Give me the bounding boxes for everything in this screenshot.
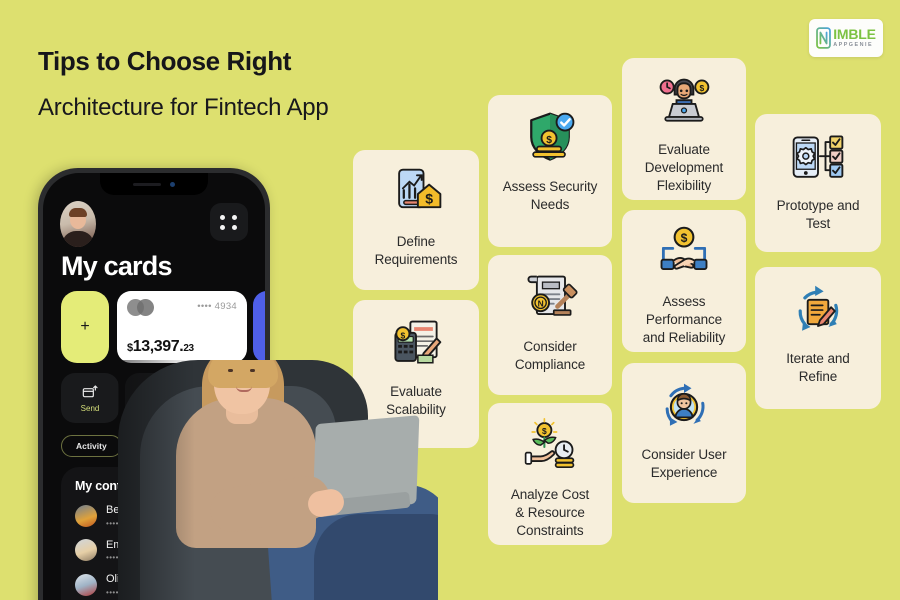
tip-card-iterate-and-refine[interactable]: Iterate and Refine — [755, 267, 881, 409]
send-label: Send — [80, 403, 100, 413]
send-button[interactable]: Send — [61, 373, 119, 423]
my-cards-heading: My cards — [61, 251, 172, 281]
handshake-dollar-coin-icon: $ — [654, 224, 714, 284]
balance-cents: 23 — [183, 343, 194, 354]
svg-text:$: $ — [681, 231, 688, 245]
tip-card-label: Evaluate Development Flexibility — [644, 142, 724, 193]
tip-card-assess-performance[interactable]: $ Assess Performance and Reliability — [622, 210, 746, 352]
tip-card-label: Assess Security Needs — [502, 179, 598, 212]
grid-dot — [220, 224, 225, 230]
logo-wordmark: IMBLE APPGENIE — [833, 27, 876, 48]
next-card-preview[interactable] — [253, 291, 265, 363]
grid-dots-icon[interactable] — [210, 203, 248, 241]
tip-card-evaluate-dev-flex[interactable]: $ Evaluate Development Flexibility — [622, 58, 746, 200]
avatar[interactable] — [60, 201, 96, 247]
card-send-icon — [82, 384, 98, 397]
svg-text:$: $ — [546, 135, 552, 146]
grid-dot — [220, 214, 225, 220]
front-camera — [170, 181, 175, 187]
person-eye-left — [228, 369, 233, 372]
tip-card-analyze-cost[interactable]: $ Analyze Cost & Resource Constraints — [488, 403, 612, 545]
phone-n-icon — [816, 27, 832, 49]
person-legs-front — [314, 514, 438, 600]
avatar-body — [62, 231, 94, 247]
document-gavel-coin-icon: N — [520, 269, 580, 329]
developer-laptop-clock-coin-icon: $ — [654, 72, 714, 132]
page-title: Tips to Choose Right Architecture for Fi… — [38, 46, 458, 122]
grid-dot — [231, 224, 237, 230]
tip-card-consider-ux[interactable]: Consider User Experience — [622, 363, 746, 503]
tip-card-assess-security-needs[interactable]: $ Assess Security Needs — [488, 95, 612, 247]
shield-check-coins-icon: $ — [520, 109, 580, 169]
title-line-1: Tips to Choose Right — [38, 46, 291, 76]
svg-text:$: $ — [401, 330, 406, 340]
tip-card-label: Analyze Cost & Resource Constraints — [510, 487, 590, 538]
hand-plant-coin-clock-icon: $ — [520, 417, 580, 477]
document-pen-cycle-icon — [788, 281, 848, 341]
mastercard-icon — [127, 299, 154, 316]
phone-gear-checklist-icon — [788, 128, 848, 188]
avatar — [75, 574, 97, 597]
logo-name: IMBLE — [833, 26, 876, 43]
card-carousel[interactable]: + •••• 4934 $13,397.23 — [61, 291, 265, 363]
tip-card-label: Consider Compliance — [514, 339, 586, 372]
avatar-hair — [69, 208, 87, 218]
user-cycle-arrows-icon — [654, 377, 714, 437]
svg-text:$: $ — [542, 426, 547, 436]
tip-card-label: Prototype and Test — [776, 198, 860, 231]
card-number: •••• 4934 — [197, 301, 237, 312]
infographic-canvas: Tips to Choose Right Architecture for Fi… — [0, 0, 900, 600]
tip-card-consider-compliance[interactable]: N Consider Compliance — [488, 255, 612, 395]
tip-card-prototype-and-test[interactable]: Prototype and Test — [755, 114, 881, 252]
tip-card-label: Define Requirements — [374, 234, 458, 267]
tip-card-define-requirements[interactable]: $ Define Requirements — [353, 150, 479, 290]
brand-logo[interactable]: IMBLE APPGENIE — [809, 19, 883, 57]
logo-tagline: APPGENIE — [833, 42, 874, 49]
activity-tab[interactable]: Activity — [61, 435, 122, 457]
person-eye-right — [250, 369, 255, 372]
phone-notch — [100, 173, 208, 195]
svg-text:N: N — [538, 299, 544, 309]
add-card-button[interactable]: + — [61, 291, 109, 363]
tip-card-label: Consider User Experience — [641, 447, 727, 480]
avatar — [75, 539, 97, 562]
mastercard-circle-right — [137, 299, 154, 316]
card-balance: $13,397.23 — [127, 338, 194, 356]
svg-text:$: $ — [425, 190, 433, 206]
person-with-laptop-photo — [118, 360, 438, 600]
tip-card-label: Iterate and Refine — [786, 351, 850, 384]
earpiece-speaker — [133, 182, 161, 186]
avatar — [75, 504, 97, 527]
grid-dot — [231, 214, 237, 220]
balance-main: 13,397. — [132, 338, 184, 355]
title-line-2: Architecture for Fintech App — [38, 93, 329, 121]
phone-growth-chart-dollar-icon: $ — [386, 164, 446, 224]
active-card[interactable]: •••• 4934 $13,397.23 — [117, 291, 247, 363]
tip-card-label: Assess Performance and Reliability — [642, 294, 726, 345]
svg-text:$: $ — [699, 83, 704, 93]
person-hair-top — [208, 360, 278, 388]
